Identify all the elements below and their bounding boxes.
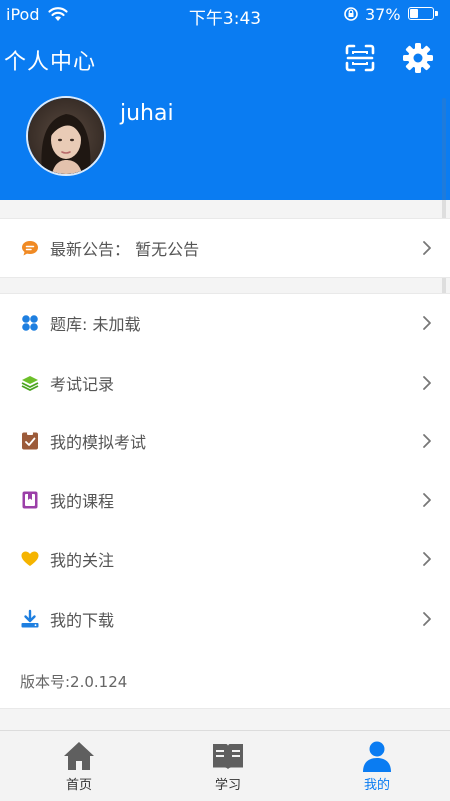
- notice-label: 最新公告： 暂无公告: [50, 240, 200, 259]
- heart-icon: [21, 551, 39, 566]
- menu-item-my-courses[interactable]: 我的课程: [0, 471, 450, 529]
- username: juhai: [120, 101, 174, 126]
- notice-row[interactable]: 最新公告： 暂无公告: [0, 219, 450, 277]
- avatar-photo: [28, 98, 104, 174]
- menu-item-label: 我的下载: [50, 611, 115, 630]
- chevron-right-icon: [423, 493, 431, 507]
- battery-percent: 37%: [365, 5, 401, 24]
- profile-header: 个人中心 juhai: [0, 30, 450, 200]
- gear-icon[interactable]: [402, 42, 434, 74]
- notice-card[interactable]: 最新公告： 暂无公告: [0, 218, 450, 278]
- scan-icon[interactable]: [345, 44, 375, 72]
- tab-label: 学习: [214, 778, 241, 793]
- menu-item-label: 我的模拟考试: [50, 433, 147, 452]
- menu-card: 题库: 未加载 考试记录 我的模拟考试 我的课程 我的关注 我的下载 版本号:2…: [0, 293, 450, 709]
- home-icon: [64, 742, 94, 770]
- menu-item-question-bank[interactable]: 题库: 未加载: [0, 294, 450, 352]
- bookmark-book-icon: [22, 491, 38, 509]
- page-title: 个人中心: [4, 50, 97, 75]
- menu-item-my-downloads[interactable]: 我的下载: [0, 590, 450, 648]
- message-icon: [22, 241, 38, 256]
- clipboard-check-icon: [22, 432, 38, 450]
- tab-label: 首页: [65, 778, 92, 793]
- tab-study[interactable]: 学习: [153, 731, 303, 801]
- chevron-right-icon: [423, 316, 431, 330]
- stack-icon: [21, 376, 39, 392]
- tab-home[interactable]: 首页: [4, 731, 154, 801]
- menu-item-label: 题库: 未加载: [50, 315, 141, 334]
- grid-icon: [22, 315, 38, 331]
- menu-item-label: 考试记录: [50, 375, 115, 394]
- tab-mine[interactable]: 我的: [302, 731, 450, 801]
- menu-item-label: 我的课程: [50, 492, 115, 511]
- status-bar: iPod 下午3:43 37%: [0, 0, 450, 30]
- download-icon: [21, 609, 39, 628]
- menu-item-exam-records[interactable]: 考试记录: [0, 354, 450, 412]
- user-icon: [363, 741, 391, 772]
- tab-label: 我的: [363, 778, 390, 793]
- menu-item-my-follows[interactable]: 我的关注: [0, 530, 450, 588]
- chevron-right-icon: [423, 376, 431, 390]
- chevron-right-icon: [423, 434, 431, 448]
- chevron-right-icon: [423, 241, 431, 255]
- menu-item-mock-exams[interactable]: 我的模拟考试: [0, 412, 450, 470]
- chevron-right-icon: [423, 612, 431, 626]
- battery-icon: [408, 7, 438, 20]
- tab-bar: 首页 学习 我的: [0, 730, 450, 801]
- avatar[interactable]: [26, 96, 106, 176]
- app-version: 版本号:2.0.124: [20, 673, 128, 691]
- menu-item-label: 我的关注: [50, 551, 115, 570]
- rotation-lock-icon: [344, 7, 358, 21]
- book-icon: [213, 744, 243, 769]
- chevron-right-icon: [423, 552, 431, 566]
